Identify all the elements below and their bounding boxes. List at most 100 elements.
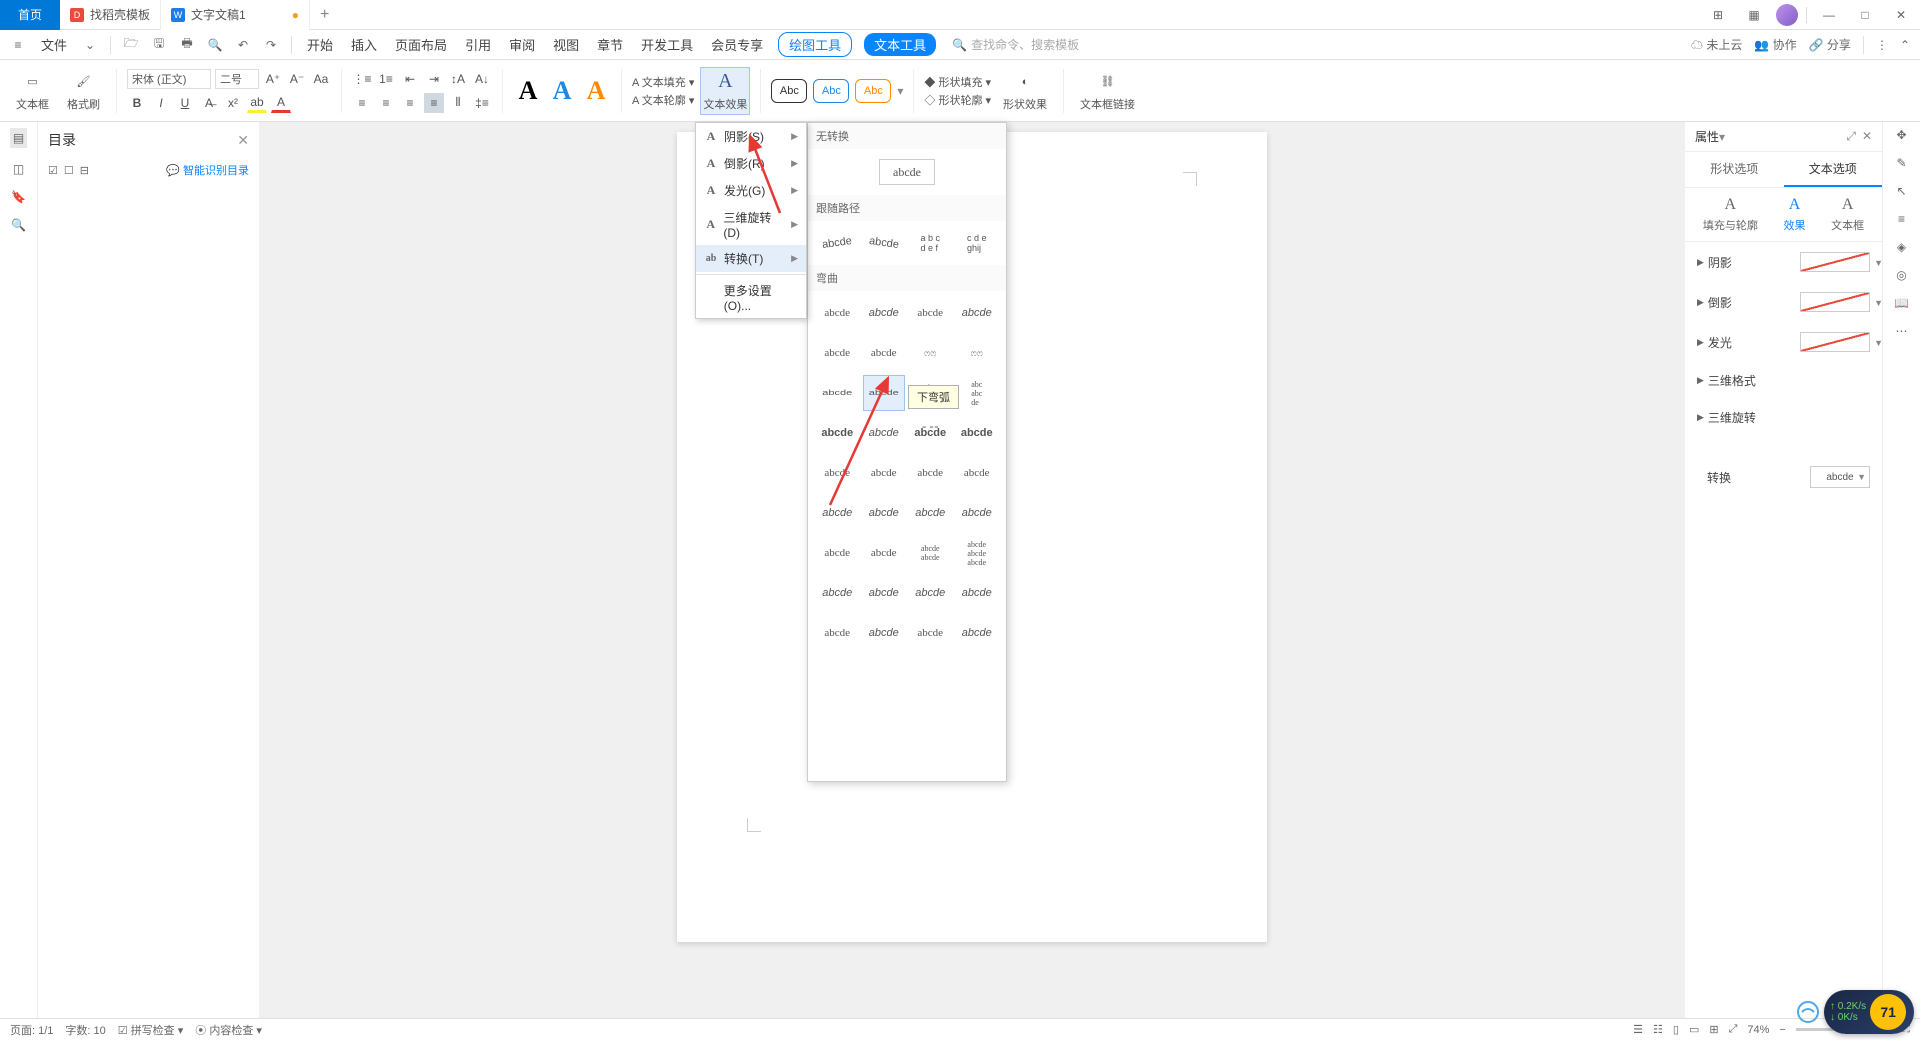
menu-start[interactable]: 开始 — [304, 35, 336, 54]
outline-icon[interactable]: ▤ — [10, 128, 27, 148]
transform-path-4[interactable]: c d eghij — [956, 225, 999, 261]
bold-button[interactable]: B — [127, 93, 147, 113]
arrow-tool-icon[interactable]: ↖ — [1896, 184, 1906, 198]
warp-cell[interactable]: abcde — [956, 415, 999, 451]
textbox-button[interactable]: ▭ 文本框 — [10, 70, 55, 112]
menu-member[interactable]: 会员专享 — [708, 35, 766, 54]
warp-cell[interactable]: abcde — [816, 535, 859, 571]
align-justify-icon[interactable]: ≡ — [424, 93, 444, 113]
warp-cell[interactable]: abcde — [956, 495, 999, 531]
warp-cell[interactable]: abcde — [956, 295, 999, 331]
shadow-swatch[interactable]: ▼ — [1800, 252, 1870, 272]
underline-button[interactable]: U — [175, 93, 195, 113]
expand-all-icon[interactable]: ☑ — [48, 164, 58, 177]
font-color-button[interactable]: A — [271, 93, 291, 113]
pin-icon[interactable]: ⤢ — [1846, 129, 1856, 144]
transform-select[interactable]: abcde▼ — [1810, 466, 1870, 488]
tab-text-tools[interactable]: 文本工具 — [864, 33, 936, 56]
subtab-textbox[interactable]: A文本框 — [1831, 196, 1864, 233]
layout-icon[interactable]: ⊞ — [1704, 1, 1732, 29]
menu-more-settings[interactable]: 更多设置(O)... — [696, 277, 806, 318]
transform-none[interactable]: abcde — [879, 159, 935, 185]
avatar[interactable] — [1776, 4, 1798, 26]
format-brush-button[interactable]: 🖌 格式刷 — [61, 70, 106, 112]
warp-cell[interactable]: abcde — [863, 295, 906, 331]
numbering-icon[interactable]: 1≡ — [376, 69, 396, 89]
prop-3d-rotation[interactable]: ▶三维旋转 — [1685, 399, 1882, 436]
cloud-status[interactable]: ☁ 未上云 — [1691, 36, 1742, 53]
shape-style-1[interactable]: Abc — [771, 79, 807, 103]
shape-effects-button[interactable]: ◐ 形状效果 — [997, 70, 1053, 112]
perf-widget[interactable]: ↑ 0.2K/s ↓ 0K/s 71 — [1824, 990, 1914, 1034]
style-a-black[interactable]: A — [513, 76, 543, 106]
warp-cell[interactable]: abcde — [909, 455, 952, 491]
select-icon[interactable]: ✥ — [1896, 128, 1906, 142]
style-a-blue[interactable]: A — [547, 76, 577, 106]
warp-cell[interactable]: abcde — [863, 335, 906, 371]
nav-icon[interactable]: ◫ — [13, 162, 24, 176]
outdent-icon[interactable]: ⇤ — [400, 69, 420, 89]
warp-cell[interactable]: abcde — [863, 575, 906, 611]
tab-add[interactable]: + — [310, 6, 339, 24]
prop-shadow[interactable]: ▶阴影▼ — [1685, 242, 1882, 282]
text-fill-button[interactable]: A 文本填充 ▾ — [632, 74, 694, 90]
collapse-all-icon[interactable]: ☐ — [64, 164, 74, 177]
warp-cell[interactable]: abcde — [956, 615, 999, 651]
maximize-icon[interactable]: □ — [1851, 1, 1879, 29]
zoom-out-icon[interactable]: − — [1779, 1024, 1785, 1036]
menu-transform[interactable]: ab转换(T)▶ — [696, 245, 806, 272]
status-content[interactable]: ⦿ 内容检查 ▾ — [195, 1022, 262, 1038]
indent-icon[interactable]: ⇥ — [424, 69, 444, 89]
grid-icon[interactable]: ▦ — [1740, 1, 1768, 29]
warp-cell[interactable]: abcde — [909, 615, 952, 651]
decrease-font-icon[interactable]: A⁻ — [287, 69, 307, 89]
distribute-icon[interactable]: ⫴ — [448, 93, 468, 113]
more-icon[interactable]: ⋮ — [1876, 38, 1888, 52]
strike-button[interactable]: A̶ — [199, 93, 219, 113]
tab-home[interactable]: 首页 — [0, 0, 60, 30]
font-family-select[interactable]: 宋体 (正文) — [127, 69, 211, 89]
text-direction-icon[interactable]: ↕A — [448, 69, 468, 89]
text-effects-button[interactable]: A 文本效果 — [700, 67, 750, 115]
status-words[interactable]: 字数: 10 — [65, 1022, 105, 1038]
tab-text-options[interactable]: 文本选项 — [1784, 152, 1883, 187]
warp-cell[interactable]: abcde — [863, 535, 906, 571]
pen-tool-icon[interactable]: ✎ — [1896, 156, 1906, 170]
shape-style-2[interactable]: Abc — [813, 79, 849, 103]
status-page[interactable]: 页面: 1/1 — [10, 1022, 53, 1038]
smart-toc-button[interactable]: 💬 智能识别目录 — [166, 162, 249, 178]
layers-icon[interactable]: ◈ — [1897, 240, 1906, 254]
warp-cell[interactable]: abcdeabcdeabcde — [956, 535, 999, 571]
tab-drawing-tools[interactable]: 绘图工具 — [778, 32, 852, 57]
warp-cell[interactable]: abcde — [909, 495, 952, 531]
textbox-link-button[interactable]: ⛓ 文本框链接 — [1074, 70, 1141, 112]
sort-icon[interactable]: A↓ — [472, 69, 492, 89]
subtab-fill[interactable]: A填充与轮廓 — [1703, 196, 1758, 233]
line-spacing-icon[interactable]: ‡≡ — [472, 93, 492, 113]
font-size-select[interactable]: 二号 — [215, 69, 259, 89]
warp-cell[interactable]: ෆෆ — [956, 335, 999, 371]
super-button[interactable]: x² — [223, 93, 243, 113]
more-tools-icon[interactable]: ⋯ — [1896, 324, 1908, 338]
find-icon[interactable]: 🔍 — [11, 218, 26, 232]
shape-outline-button[interactable]: ◇ 形状轮廓 ▾ — [924, 92, 991, 108]
preview-icon[interactable]: 🔍 — [207, 37, 223, 53]
chevron-down-icon[interactable]: ⌄ — [82, 37, 98, 53]
prop-glow[interactable]: ▶发光▼ — [1685, 322, 1882, 362]
glow-swatch[interactable]: ▼ — [1800, 332, 1870, 352]
settings-icon[interactable]: ≡ — [1898, 212, 1905, 226]
book-icon[interactable]: 📖 — [1894, 296, 1909, 310]
expand-icon[interactable]: ⌃ — [1900, 38, 1910, 52]
menu-review[interactable]: 审阅 — [506, 35, 538, 54]
undo-icon[interactable]: ↶ — [235, 37, 251, 53]
sidebar-close-icon[interactable]: ✕ — [237, 132, 249, 149]
italic-button[interactable]: I — [151, 93, 171, 113]
warp-cell[interactable]: ab̄c̄d̄e — [909, 415, 952, 451]
warp-cell[interactable]: abcde — [909, 295, 952, 331]
transform-path-3[interactable]: a b cd e f — [909, 225, 952, 261]
warp-cell[interactable]: abcde — [956, 575, 999, 611]
reflection-swatch[interactable]: ▼ — [1800, 292, 1870, 312]
view-icon-5[interactable]: ⊞ — [1709, 1023, 1718, 1036]
hamburger-icon[interactable]: ≡ — [10, 37, 26, 53]
warp-cell[interactable]: abcde — [863, 615, 906, 651]
